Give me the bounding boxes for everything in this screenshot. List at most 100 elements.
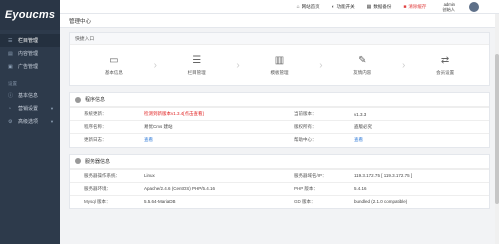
table-row: 更新日志： 查看 帮助中心： 查看 bbox=[70, 133, 489, 147]
topbar-item-label: 数据备份 bbox=[373, 3, 392, 9]
table-label: 服务器操作系统： bbox=[70, 168, 130, 182]
admin-role: 创始人 bbox=[442, 6, 455, 12]
table-value: Apache/2.4.6 (CentOS) PHP/5.4.16 bbox=[130, 181, 280, 195]
table-label: Mysql 版本： bbox=[70, 194, 130, 208]
scrollbar-track[interactable] bbox=[495, 14, 499, 244]
table-value: 盗版必究 bbox=[340, 120, 489, 134]
table-label: 服务器环境： bbox=[70, 181, 130, 195]
info-icon: ⓘ bbox=[8, 93, 14, 99]
table-label: 帮助中心： bbox=[280, 133, 340, 147]
quick-item-label: 会员设置 bbox=[436, 69, 455, 75]
table-label: GD 版本： bbox=[280, 194, 340, 208]
topbar-item-label: 网站首页 bbox=[301, 3, 320, 9]
help-center-link[interactable]: 查看 bbox=[340, 133, 489, 147]
list-icon: ☰ bbox=[8, 37, 13, 44]
server-info-panel: 服务器信息 服务器操作系统： Linux 服务器域名/IP： 119.3.172… bbox=[69, 153, 490, 209]
chevron-right-icon: › bbox=[236, 59, 240, 71]
feature-switch-link[interactable]: ◐ 功能开关 bbox=[332, 4, 355, 10]
database-icon: ▦ bbox=[366, 3, 372, 10]
sidebar-item-label: 基本信息 bbox=[18, 93, 39, 99]
sidebar-item-label: 内容管理 bbox=[18, 51, 39, 57]
clear-cache-link[interactable]: ■ 清除缓存 bbox=[403, 4, 426, 10]
sidebar-item-columns[interactable]: ☰ 栏目管理 bbox=[0, 34, 60, 47]
table-value: 易优Cms 建站 bbox=[130, 120, 280, 134]
table-label: 系统更新： bbox=[70, 107, 130, 121]
toggle-icon: ◐ bbox=[331, 3, 335, 10]
quick-friend-content[interactable]: ✎ 友情内容 bbox=[342, 55, 382, 76]
logo[interactable]: Eyoucms bbox=[0, 0, 60, 30]
quick-column-manage[interactable]: ☰ 栏目管理 bbox=[177, 55, 217, 76]
topbar-item-label: 功能开关 bbox=[336, 3, 355, 9]
table-label: 版权所有： bbox=[280, 120, 340, 134]
chart-icon: ◔ bbox=[8, 105, 12, 112]
panel-title: 服务器信息 bbox=[85, 158, 111, 165]
sidebar-item-label: 营销设置 bbox=[18, 106, 39, 112]
main-content: 管理中心 快捷入口 ▭ 基本信息 › ☰ 栏目管理 › ▥ 模板管理 › ✎ 友… bbox=[60, 14, 499, 244]
table-value: v1.3.3 bbox=[340, 107, 489, 121]
table-row: 服务器操作系统： Linux 服务器域名/IP： 119.3.172.75 [ … bbox=[70, 168, 489, 182]
program-info-panel: 程序信息 系统更新： 检测到新版本v1.3.4[点击查看] 当前版本： v1.3… bbox=[69, 92, 490, 148]
gear-icon: ⚙ bbox=[8, 118, 13, 125]
template-icon: ▥ bbox=[274, 54, 285, 66]
sidebar-item-ads[interactable]: ▣ 广告管理 bbox=[0, 60, 60, 73]
quick-access-row: ▭ 基本信息 › ☰ 栏目管理 › ▥ 模板管理 › ✎ 友情内容 › ⇄ 会员… bbox=[70, 45, 489, 85]
link-icon: ✎ bbox=[358, 54, 367, 66]
table-value: 119.3.172.75 [ 119.3.172.75 ] bbox=[340, 168, 489, 182]
sidebar-item-marketing[interactable]: ◔ 营销设置 ▼ bbox=[0, 102, 60, 115]
home-icon: ⌂ bbox=[296, 3, 300, 10]
table-label: 程序名称： bbox=[70, 120, 130, 134]
program-info-table: 系统更新： 检测到新版本v1.3.4[点击查看] 当前版本： v1.3.3 程序… bbox=[70, 107, 489, 147]
top-bar: ⌂ 网站首页 ◐ 功能开关 ▦ 数据备份 ■ 清除缓存 admin 创始人 bbox=[60, 0, 499, 14]
quick-item-label: 模板管理 bbox=[270, 69, 289, 75]
list-icon: ☰ bbox=[192, 54, 202, 66]
sidebar: Eyoucms ☰ 栏目管理 ▤ 内容管理 ▣ 广告管理 设置 ⓘ 基本信息 ◔… bbox=[0, 0, 60, 244]
avatar[interactable] bbox=[469, 1, 479, 12]
changelog-link[interactable]: 查看 bbox=[130, 133, 280, 147]
chevron-right-icon: › bbox=[153, 59, 157, 71]
table-row: Mysql 版本： 5.5.64-MariaDB GD 版本： bundled … bbox=[70, 194, 489, 208]
table-label: 更新日志： bbox=[70, 133, 130, 147]
quick-access-title: 快捷入口 bbox=[70, 33, 489, 45]
quick-basic-info[interactable]: ▭ 基本信息 bbox=[94, 55, 134, 76]
server-info-table: 服务器操作系统： Linux 服务器域名/IP： 119.3.172.75 [ … bbox=[70, 168, 489, 208]
page-title: 管理中心 bbox=[60, 14, 499, 28]
data-backup-link[interactable]: ▦ 数据备份 bbox=[367, 4, 392, 10]
scrollbar-thumb[interactable] bbox=[495, 54, 499, 204]
sidebar-item-label: 高级选项 bbox=[18, 119, 39, 125]
image-icon: ▣ bbox=[8, 63, 13, 70]
share-icon: ⇄ bbox=[440, 54, 450, 66]
sidebar-item-basic-info[interactable]: ⓘ 基本信息 bbox=[0, 89, 60, 102]
quick-access-panel: 快捷入口 ▭ 基本信息 › ☰ 栏目管理 › ▥ 模板管理 › ✎ 友情内容 › bbox=[69, 32, 490, 86]
sidebar-item-label: 广告管理 bbox=[18, 64, 39, 70]
quick-member-settings[interactable]: ⇄ 会员设置 bbox=[425, 55, 465, 76]
table-row: 服务器环境： Apache/2.4.6 (CentOS) PHP/5.4.16 … bbox=[70, 181, 489, 195]
sidebar-section-settings: 设置 bbox=[8, 81, 17, 86]
admin-info[interactable]: admin 创始人 bbox=[442, 2, 455, 12]
document-icon: ▤ bbox=[8, 50, 13, 57]
server-info-header: 服务器信息 bbox=[70, 155, 489, 169]
site-home-link[interactable]: ⌂ 网站首页 bbox=[297, 4, 320, 10]
table-row: 系统更新： 检测到新版本v1.3.4[点击查看] 当前版本： v1.3.3 bbox=[70, 107, 489, 121]
program-info-header: 程序信息 bbox=[70, 93, 489, 107]
chevron-down-icon: ▼ bbox=[50, 106, 54, 111]
table-value: 5.5.64-MariaDB bbox=[130, 194, 280, 208]
quick-item-label: 友情内容 bbox=[353, 69, 372, 75]
quick-template-manage[interactable]: ▥ 模板管理 bbox=[259, 55, 299, 76]
sidebar-item-label: 栏目管理 bbox=[18, 38, 39, 44]
id-card-icon: ▭ bbox=[109, 54, 119, 66]
logo-text: Eyoucms bbox=[4, 9, 56, 21]
quick-item-label: 基本信息 bbox=[104, 69, 123, 75]
sidebar-item-advanced[interactable]: ⚙ 高级选项 ▼ bbox=[0, 115, 60, 128]
table-label: 服务器域名/IP： bbox=[280, 168, 340, 182]
info-circle-icon bbox=[75, 158, 81, 164]
table-row: 程序名称： 易优Cms 建站 版权所有： 盗版必究 bbox=[70, 120, 489, 134]
table-label: 当前版本： bbox=[280, 107, 340, 121]
table-value: bundled (2.1.0 compatible) bbox=[340, 194, 489, 208]
info-circle-icon bbox=[75, 96, 81, 103]
table-value: Linux bbox=[130, 168, 280, 182]
sidebar-item-content[interactable]: ▤ 内容管理 bbox=[0, 47, 60, 60]
table-value: 5.4.16 bbox=[340, 181, 489, 195]
update-notice-link[interactable]: 检测到新版本v1.3.4[点击查看] bbox=[130, 107, 280, 121]
panel-title: 程序信息 bbox=[85, 97, 106, 103]
quick-item-label: 栏目管理 bbox=[187, 69, 206, 75]
